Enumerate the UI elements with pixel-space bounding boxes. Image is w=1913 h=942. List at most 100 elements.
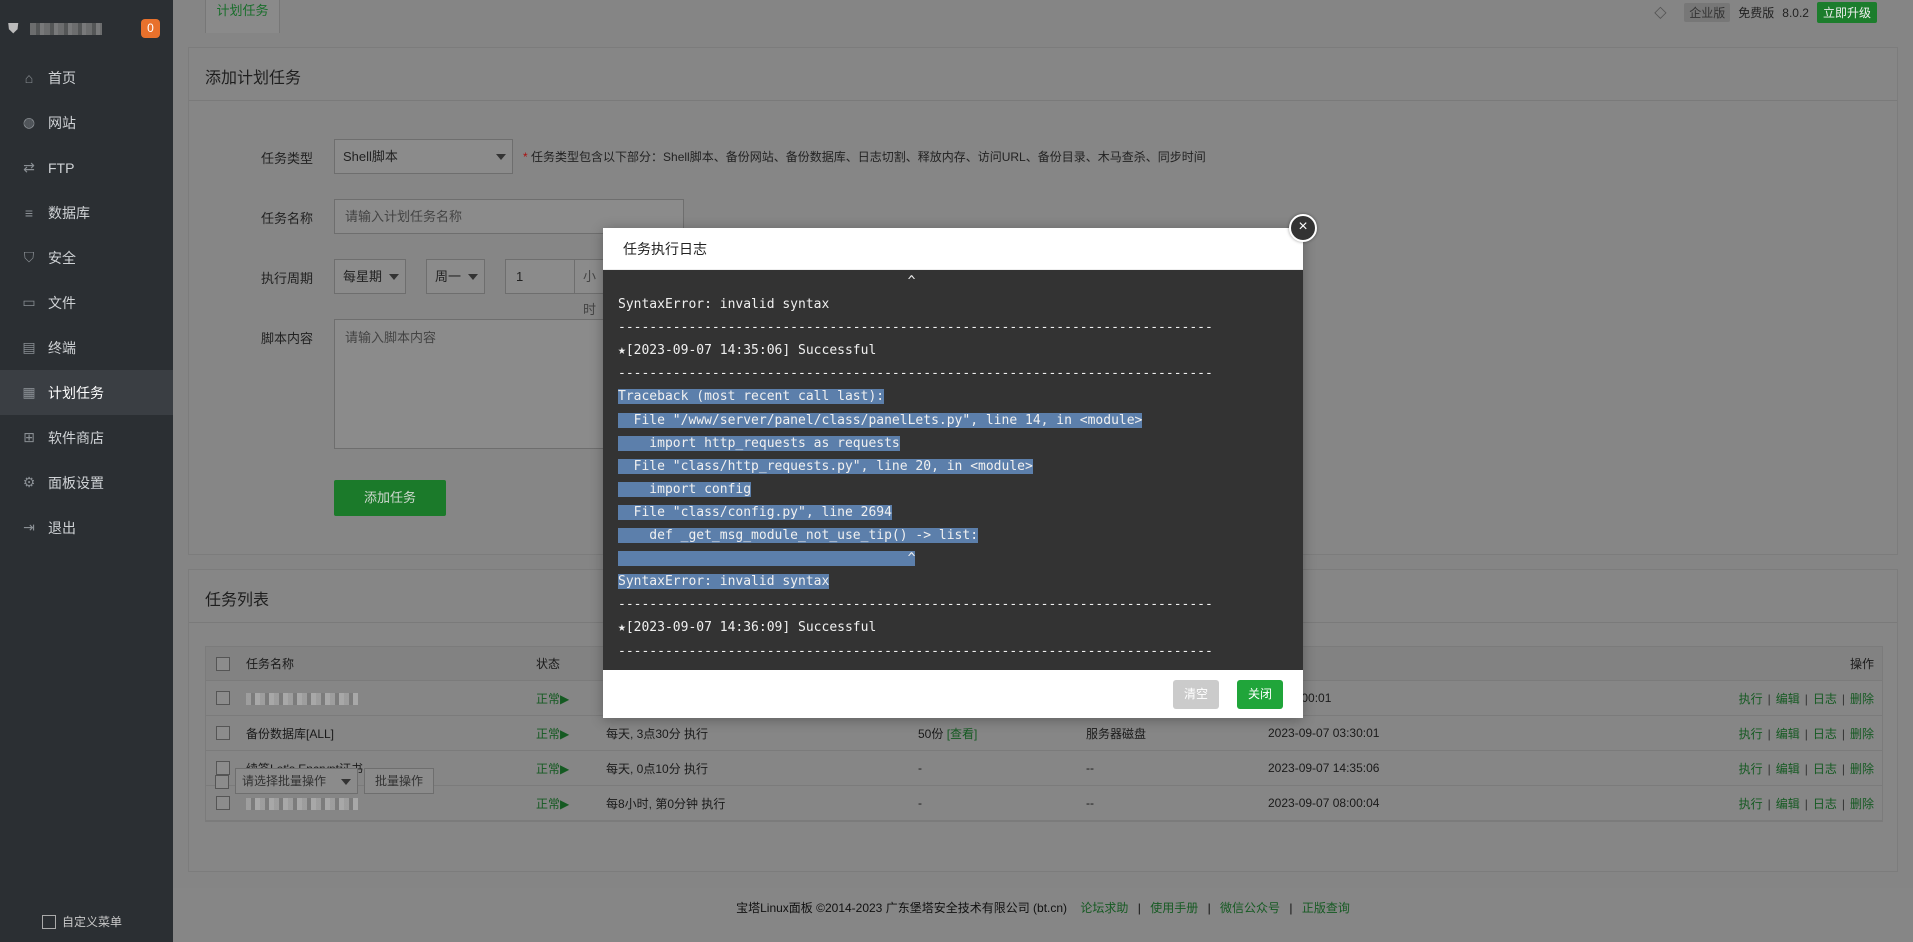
ftp-icon: ⇄ (23, 159, 35, 175)
edit-link[interactable]: 编辑 (1776, 762, 1800, 776)
upgrade-button[interactable]: 立即升级 (1816, 2, 1877, 23)
log-line: import http_requests as requests (603, 432, 1303, 455)
sidebar-item-3[interactable]: ≡ 数据库 (0, 190, 173, 235)
log-link[interactable]: 日志 (1813, 762, 1837, 776)
modal-footer: 清空 关闭 (603, 670, 1303, 718)
backup-view-link[interactable]: [查看] (947, 727, 978, 741)
sidebar-nav: ⌂ 首页 ◍ 网站 ⇄ FTP ≡ 数据库 ⛉ 安全 ▭ 文件 ▤ 终端 ▦ 计划任务 ⊞ 软件商店 ⚙ 面板设置 ⇥ 退… (0, 55, 173, 550)
version-label: 8.0.2 (1782, 5, 1809, 20)
footer-link-forum[interactable]: 论坛求助 (1080, 901, 1128, 915)
run-link[interactable]: 执行 (1739, 797, 1763, 811)
log-line-text: ★[2023-09-07 14:36:09] Successful (618, 620, 877, 636)
sidebar-item-5[interactable]: ▭ 文件 (0, 280, 173, 325)
sidebar-item-label: 安全 (48, 249, 76, 266)
task-type-select[interactable]: Shell脚本 (334, 139, 513, 174)
footer: 宝塔Linux面板 ©2014-2023 广东堡塔安全技术有限公司 (bt.cn… (173, 888, 1913, 942)
row-checkbox[interactable] (216, 691, 230, 705)
period-select[interactable]: 每星期 (334, 259, 406, 294)
table-row: 正常▶ 每8小时, 第0分钟 执行 - -- 2023-09-07 08:00:04 执… (206, 786, 1882, 821)
run-link[interactable]: 执行 (1739, 692, 1763, 706)
logout-icon: ⇥ (23, 519, 35, 535)
task-type-label: 任务类型 (261, 151, 314, 166)
brand-name-blurred (30, 23, 102, 35)
row-checkbox[interactable] (216, 796, 230, 810)
add-task-button[interactable]: 添加任务 (334, 480, 446, 516)
edit-link[interactable]: 编辑 (1776, 797, 1800, 811)
run-link[interactable]: 执行 (1739, 762, 1763, 776)
sidebar-item-label: 终端 (48, 339, 76, 356)
delete-link[interactable]: 删除 (1850, 797, 1874, 811)
modal-title: 任务执行日志 (603, 228, 1303, 270)
sidebar-item-label: FTP (48, 159, 75, 176)
close-icon[interactable]: × (1289, 214, 1317, 242)
hour-input[interactable]: 1 (505, 259, 575, 294)
version-bar: ◇ 企业版 免费版 8.0.2 立即升级 (1654, 2, 1877, 23)
log-line-text: ^ (618, 551, 916, 567)
weekday-select[interactable]: 周一 (426, 259, 485, 294)
notification-badge[interactable]: 0 (141, 19, 160, 38)
log-line: ★[2023-09-07 14:36:09] Successful (603, 616, 1303, 639)
status-toggle[interactable]: 正常▶ (536, 690, 569, 707)
delete-link[interactable]: 删除 (1850, 762, 1874, 776)
run-link[interactable]: 执行 (1739, 727, 1763, 741)
log-line-text: ★[2023-09-07 14:35:06] Successful (618, 343, 877, 359)
log-line: SyntaxError: invalid syntax (603, 293, 1303, 316)
sidebar-item-9[interactable]: ⚙ 面板设置 (0, 460, 173, 505)
log-line-text: File "/www/server/panel/class/panelLets.… (618, 412, 1143, 428)
status-toggle[interactable]: 正常▶ (536, 725, 569, 742)
ops-sep: | (1804, 726, 1808, 741)
last-run: 2023-09-07 08:00:04 (1268, 796, 1380, 810)
sidebar-item-0[interactable]: ⌂ 首页 (0, 55, 173, 100)
batch-button[interactable]: 批量操作 (364, 768, 434, 794)
table-row: 备份数据库[ALL] 正常▶ 每天, 3点30分 执行 50份 [查看] 服务器磁盘 20… (206, 716, 1882, 751)
log-line: File "class/http_requests.py", line 20, … (603, 455, 1303, 478)
status-toggle[interactable]: 正常▶ (536, 795, 569, 812)
ops-sep: | (1767, 761, 1771, 776)
footer-link-manual[interactable]: 使用手册 (1150, 901, 1198, 915)
ops-sep: | (1767, 726, 1771, 741)
edit-link[interactable]: 编辑 (1776, 692, 1800, 706)
tab-cron[interactable]: 计划任务 (205, 0, 280, 33)
edit-link[interactable]: 编辑 (1776, 727, 1800, 741)
script-textarea[interactable]: 请输入脚本内容 (334, 319, 624, 449)
log-link[interactable]: 日志 (1813, 692, 1837, 706)
custom-menu-button[interactable]: 自定义菜单 (42, 913, 122, 930)
log-line-text: def _get_msg_module_not_use_tip() -> lis… (618, 528, 979, 544)
backup-target: -- (1086, 796, 1094, 810)
batch-checkbox[interactable] (215, 775, 229, 789)
sidebar-item-8[interactable]: ⊞ 软件商店 (0, 415, 173, 460)
sidebar-item-10[interactable]: ⇥ 退出 (0, 505, 173, 550)
sidebar-item-6[interactable]: ▤ 终端 (0, 325, 173, 370)
sidebar-item-1[interactable]: ◍ 网站 (0, 100, 173, 145)
batch-select[interactable]: 请选择批量操作 (235, 768, 358, 794)
col-name: 任务名称 (246, 657, 295, 671)
delete-link[interactable]: 删除 (1850, 727, 1874, 741)
select-all-checkbox[interactable] (216, 656, 230, 671)
footer-link-license[interactable]: 正版查询 (1302, 901, 1350, 915)
log-link[interactable]: 日志 (1813, 797, 1837, 811)
close-button[interactable]: 关闭 (1237, 680, 1283, 709)
row-ops: 执行 | 编辑 | 日志 | 删除 (1739, 690, 1874, 707)
row-checkbox[interactable] (216, 761, 230, 775)
home-icon: ⌂ (24, 69, 34, 86)
delete-link[interactable]: 删除 (1850, 692, 1874, 706)
log-output[interactable]: ^ SyntaxError: invalid syntax ------------… (603, 270, 1303, 670)
clear-button[interactable]: 清空 (1173, 680, 1219, 709)
brand: ⛊ 0 (8, 18, 168, 40)
row-checkbox[interactable] (216, 726, 230, 740)
enterprise-badge[interactable]: 企业版 (1684, 3, 1731, 22)
sidebar-item-label: 首页 (48, 69, 76, 86)
last-run: 2023-09-07 03:30:01 (1268, 726, 1380, 740)
sidebar-item-2[interactable]: ⇄ FTP (0, 145, 173, 190)
backup-target: 服务器磁盘 (1086, 726, 1147, 741)
status-toggle[interactable]: 正常▶ (536, 760, 569, 777)
sidebar-item-4[interactable]: ⛉ 安全 (0, 235, 173, 280)
log-line-text: ----------------------------------------… (618, 366, 1213, 382)
backup-count-text: - (918, 796, 922, 810)
task-name-blurred (246, 691, 358, 705)
footer-link-wechat[interactable]: 微信公众号 (1220, 901, 1280, 915)
log-link[interactable]: 日志 (1813, 727, 1837, 741)
sidebar-item-7[interactable]: ▦ 计划任务 (0, 370, 173, 415)
task-type-hint-text: 任务类型包含以下部分：Shell脚本、备份网站、备份数据库、日志切割、释放内存、… (531, 150, 1206, 164)
task-period: 每天, 3点30分 执行 (606, 726, 709, 741)
